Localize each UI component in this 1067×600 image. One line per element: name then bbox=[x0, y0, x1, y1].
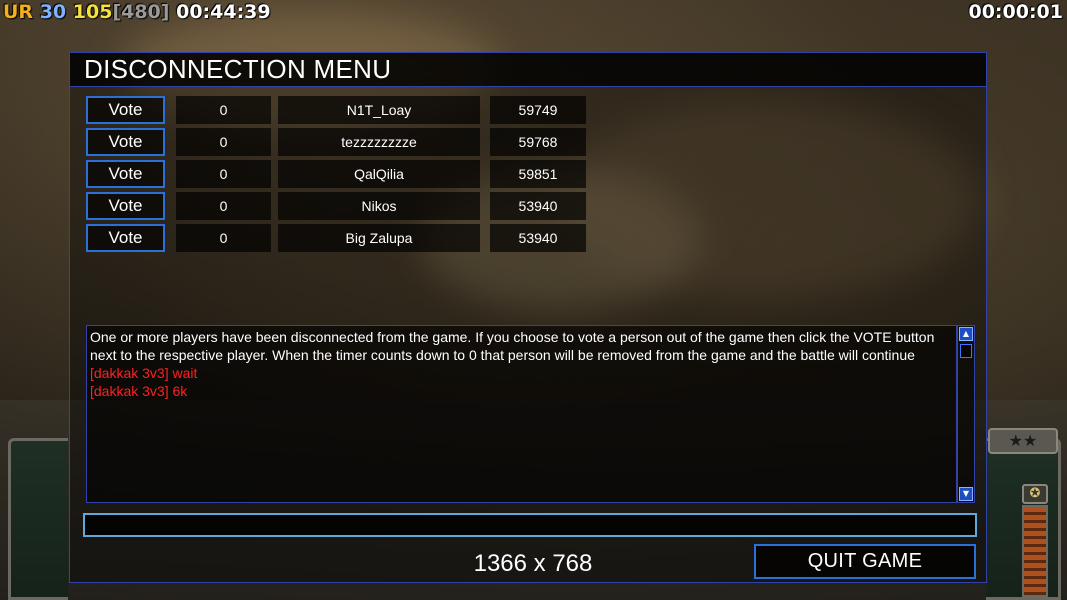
system-message: One or more players have been disconnect… bbox=[90, 329, 935, 363]
scroll-up-arrow-icon[interactable]: ▲ bbox=[959, 327, 973, 341]
scroll-thumb[interactable] bbox=[960, 344, 972, 358]
hud-prefix: UR bbox=[3, 1, 34, 23]
power-bar bbox=[1022, 505, 1048, 597]
vote-count: 0 bbox=[176, 128, 271, 156]
player-name: tezzzzzzzze bbox=[278, 128, 480, 156]
player-timer: 53940 bbox=[490, 224, 586, 252]
game-timer: 00:44:39 bbox=[176, 1, 271, 23]
chat-message: [dakkak 3v3] wait bbox=[90, 365, 198, 381]
hud-left-panel bbox=[8, 438, 68, 600]
vote-count: 0 bbox=[176, 160, 271, 188]
hud-fps: 30 bbox=[39, 1, 67, 23]
resolution-label: 1366 x 768 bbox=[473, 550, 593, 577]
player-row: Vote 0 Big Zalupa 53940 bbox=[86, 224, 606, 254]
player-name: Nikos bbox=[278, 192, 480, 220]
quit-game-button[interactable]: QUIT GAME bbox=[754, 544, 976, 579]
player-timer: 59749 bbox=[490, 96, 586, 124]
rank-stars-icon: ★★ bbox=[988, 428, 1058, 454]
chat-message: [dakkak 3v3] 6k bbox=[90, 383, 188, 399]
vote-button[interactable]: Vote bbox=[86, 96, 165, 124]
chat-scrollbar[interactable]: ▲ ▼ bbox=[957, 325, 975, 503]
disconnection-menu: DISCONNECTION MENU Vote 0 N1T_Loay 59749… bbox=[69, 52, 987, 583]
scroll-down-arrow-icon[interactable]: ▼ bbox=[959, 487, 973, 501]
player-timer: 59851 bbox=[490, 160, 586, 188]
vote-button[interactable]: Vote bbox=[86, 192, 165, 220]
hud-logic: 105 bbox=[72, 1, 113, 23]
player-name: QalQilia bbox=[278, 160, 480, 188]
player-row: Vote 0 Nikos 53940 bbox=[86, 192, 606, 222]
vote-count: 0 bbox=[176, 224, 271, 252]
vote-button[interactable]: Vote bbox=[86, 224, 165, 252]
player-timer: 53940 bbox=[490, 192, 586, 220]
player-timer: 59768 bbox=[490, 128, 586, 156]
vote-button[interactable]: Vote bbox=[86, 160, 165, 188]
vote-count: 0 bbox=[176, 192, 271, 220]
player-name: N1T_Loay bbox=[278, 96, 480, 124]
chat-text: One or more players have been disconnect… bbox=[90, 328, 956, 400]
vote-button[interactable]: Vote bbox=[86, 128, 165, 156]
countdown-timer: 00:00:01 bbox=[968, 1, 1063, 23]
chat-input[interactable] bbox=[83, 513, 977, 537]
performance-readout: UR 30 105[480] 00:44:39 bbox=[3, 1, 271, 23]
menu-header: DISCONNECTION MENU bbox=[70, 53, 986, 87]
vote-count: 0 bbox=[176, 96, 271, 124]
player-row: Vote 0 QalQilia 59851 bbox=[86, 160, 606, 190]
general-emblem-icon: ✪ bbox=[1022, 484, 1048, 504]
hud-logic-bracket: [480] bbox=[112, 1, 170, 23]
chat-log: One or more players have been disconnect… bbox=[86, 325, 957, 503]
menu-title: DISCONNECTION MENU bbox=[84, 54, 392, 84]
player-row: Vote 0 N1T_Loay 59749 bbox=[86, 96, 606, 126]
player-name: Big Zalupa bbox=[278, 224, 480, 252]
player-row: Vote 0 tezzzzzzzze 59768 bbox=[86, 128, 606, 158]
